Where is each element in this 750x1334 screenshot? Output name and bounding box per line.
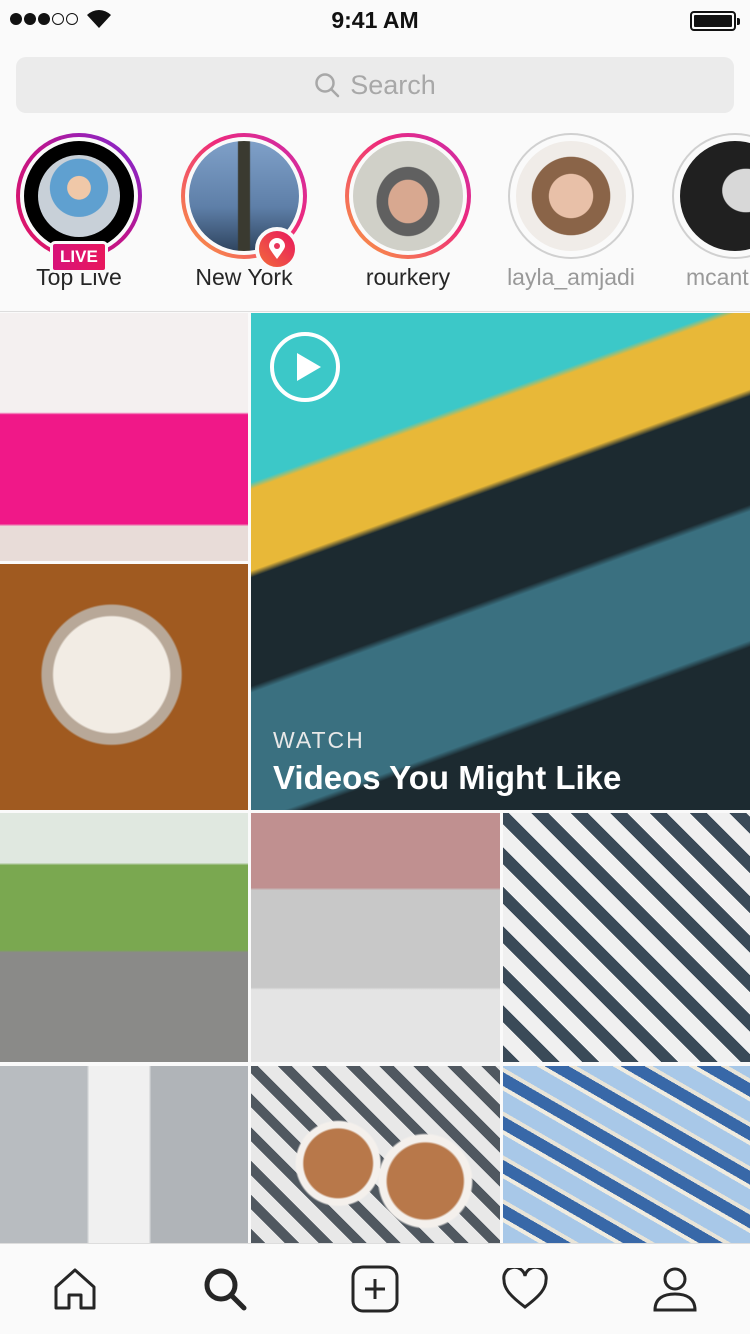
clock: 9:41 AM xyxy=(331,7,419,33)
stories-tray: LIVE Top Live New York rourkery layla_am… xyxy=(0,133,750,303)
search-placeholder: Search xyxy=(350,69,436,100)
story-rourkery[interactable]: rourkery xyxy=(343,133,473,291)
grid-photo[interactable] xyxy=(0,564,248,810)
search-input[interactable]: Search xyxy=(16,57,734,113)
tab-search[interactable] xyxy=(200,1264,250,1314)
tab-profile[interactable] xyxy=(650,1264,700,1314)
grid-photo[interactable] xyxy=(251,1066,500,1243)
grid-photo[interactable] xyxy=(0,813,248,1062)
status-bar: 9:41 AM xyxy=(0,0,750,40)
search-icon xyxy=(315,73,340,98)
story-label: rourkery xyxy=(365,264,451,290)
tab-home[interactable] xyxy=(50,1264,100,1314)
grid-photo[interactable] xyxy=(503,813,750,1062)
play-icon[interactable] xyxy=(269,331,341,403)
tab-bar xyxy=(0,1243,750,1334)
story-label: layla_amjadi xyxy=(507,264,635,290)
grid-photo[interactable] xyxy=(0,1066,248,1243)
tab-activity[interactable] xyxy=(500,1264,550,1314)
tab-new-post[interactable] xyxy=(350,1264,400,1314)
live-badge: LIVE xyxy=(50,241,108,273)
person-icon xyxy=(653,1267,697,1312)
story-layla-amjadi[interactable]: layla_amjadi xyxy=(506,133,636,291)
search-icon xyxy=(204,1268,247,1311)
plus-square-icon xyxy=(351,1265,399,1313)
video-title: Videos You Might Like xyxy=(273,759,622,796)
battery-icon xyxy=(690,11,740,31)
video-kicker: WATCH xyxy=(273,727,365,753)
grid-photo[interactable] xyxy=(251,813,500,1062)
story-label: New York xyxy=(195,264,293,290)
story-new-york[interactable]: New York xyxy=(179,133,309,291)
grid-photo[interactable] xyxy=(0,313,248,561)
video-tile[interactable]: WATCH Videos You Might Like xyxy=(251,313,750,810)
heart-icon xyxy=(502,1268,548,1309)
home-icon xyxy=(54,1268,96,1310)
divider xyxy=(0,311,750,312)
location-pin-icon xyxy=(255,227,299,271)
grid-photo[interactable] xyxy=(503,1066,750,1243)
story-top-live[interactable]: LIVE Top Live xyxy=(14,133,144,291)
story-mcant[interactable]: mcant xyxy=(670,133,750,291)
story-label: mcant xyxy=(686,264,749,290)
